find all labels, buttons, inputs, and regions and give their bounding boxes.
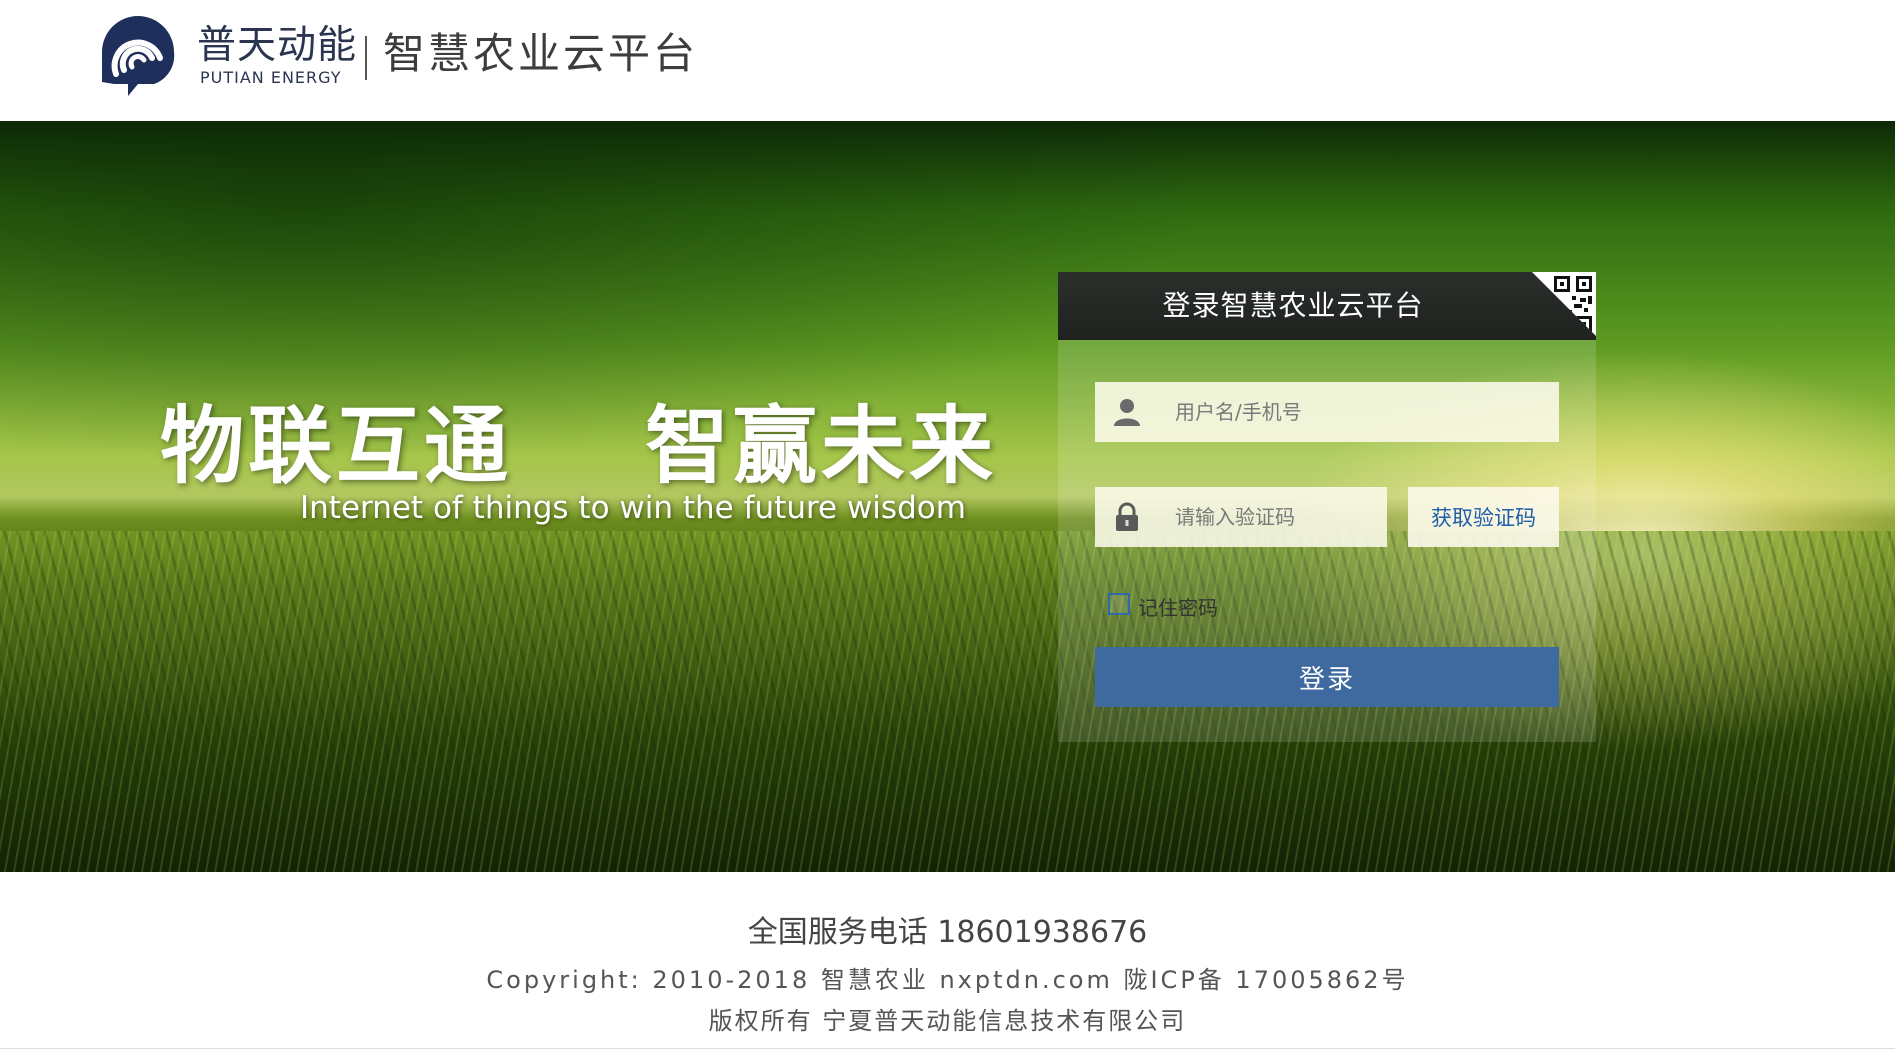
footer: 全国服务电话 18601938676 Copyright: 2010-2018 … (0, 872, 1895, 1051)
slogan-cn: 物联互通 智赢未来 (160, 397, 997, 495)
platform-title: 智慧农业云平台 (383, 29, 699, 78)
header-divider (365, 36, 367, 80)
username-input[interactable] (1175, 382, 1545, 442)
verification-code-input[interactable] (1175, 487, 1375, 547)
hero-banner: 物联互通 智赢未来 Internet of things to win the … (0, 121, 1895, 872)
top-header: 普天动能 PUTIAN ENERGY 智慧农业云平台 (0, 0, 1895, 121)
user-icon (1114, 399, 1140, 426)
remember-checkbox[interactable] (1108, 593, 1130, 615)
username-field[interactable] (1095, 382, 1559, 442)
brand-name-en: PUTIAN ENERGY (200, 68, 342, 87)
owner-text: 版权所有 宁夏普天动能信息技术有限公司 (708, 1007, 1187, 1035)
login-title: 登录智慧农业云平台 (1162, 289, 1424, 322)
login-header: 登录智慧农业云平台 (1058, 272, 1596, 340)
qr-code-icon[interactable] (1532, 272, 1596, 336)
footer-divider (0, 1048, 1895, 1049)
brand-name-cn: 普天动能 (197, 23, 358, 68)
login-panel: 登录智慧农业云平台 获取验 (1058, 272, 1596, 742)
verification-code-field[interactable] (1095, 487, 1387, 547)
lock-icon (1116, 502, 1138, 531)
banner-wheat-field (0, 531, 1895, 872)
service-phone: 全国服务电话 18601938676 (747, 915, 1148, 950)
get-code-button[interactable]: 获取验证码 (1408, 487, 1559, 547)
login-button[interactable]: 登录 (1095, 647, 1559, 707)
putian-logo-icon[interactable] (94, 12, 182, 98)
remember-label: 记住密码 (1138, 596, 1218, 620)
slogan-en: Internet of things to win the future wis… (300, 490, 966, 526)
copyright-text: Copyright: 2010-2018 智慧农业 nxptdn.com 陇IC… (486, 966, 1409, 994)
